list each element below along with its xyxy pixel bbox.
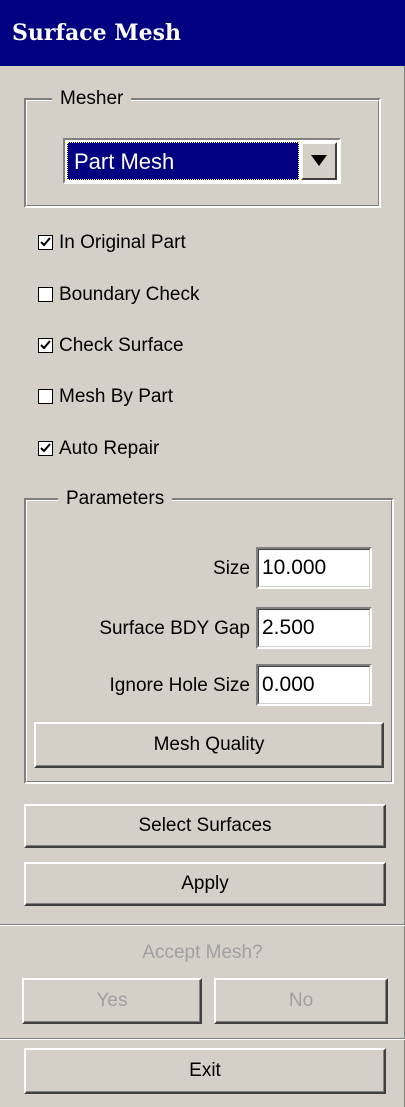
option-label: Check Surface xyxy=(59,335,184,356)
option-label: Auto Repair xyxy=(59,438,160,459)
option-label: In Original Part xyxy=(59,232,186,253)
mesher-dropdown[interactable]: Part Mesh xyxy=(63,138,341,184)
dropdown-arrow-button[interactable] xyxy=(301,142,337,180)
checkmark-icon xyxy=(40,340,51,350)
checkbox[interactable] xyxy=(38,235,53,250)
checkbox[interactable] xyxy=(38,287,53,302)
option-label: Mesh By Part xyxy=(59,386,174,407)
checkbox[interactable] xyxy=(38,441,53,456)
checkbox[interactable] xyxy=(38,338,53,353)
separator xyxy=(0,924,405,926)
mesher-legend: Mesher xyxy=(52,88,132,110)
surface-bdy-gap-field[interactable]: 2.500 xyxy=(256,607,372,649)
ignore-hole-size-field[interactable]: 0.000 xyxy=(256,664,372,706)
chevron-down-icon xyxy=(311,155,327,166)
mesh-quality-button[interactable]: Mesh Quality xyxy=(34,722,384,768)
separator xyxy=(0,1038,405,1040)
no-button[interactable]: No xyxy=(214,978,388,1024)
yes-button[interactable]: Yes xyxy=(22,978,202,1024)
parameters-legend: Parameters xyxy=(58,488,173,510)
checkmark-icon xyxy=(40,443,51,453)
mesher-selected-value[interactable]: Part Mesh xyxy=(67,142,299,180)
ignore-hole-size-label: Ignore Hole Size xyxy=(109,675,250,696)
exit-button[interactable]: Exit xyxy=(24,1048,386,1094)
surface-mesh-panel: Surface Mesh Mesher Part Mesh In Origina… xyxy=(0,0,405,1107)
surface-bdy-gap-label: Surface BDY Gap xyxy=(99,618,250,639)
checkmark-icon xyxy=(40,237,51,247)
select-surfaces-button[interactable]: Select Surfaces xyxy=(24,804,386,848)
option-label: Boundary Check xyxy=(59,284,200,305)
apply-button[interactable]: Apply xyxy=(24,862,386,906)
panel-title: Surface Mesh xyxy=(0,0,405,66)
checkbox[interactable] xyxy=(38,389,53,404)
accept-mesh-prompt: Accept Mesh? xyxy=(142,942,263,963)
size-label: Size xyxy=(213,558,250,579)
size-field[interactable]: 10.000 xyxy=(256,547,372,589)
